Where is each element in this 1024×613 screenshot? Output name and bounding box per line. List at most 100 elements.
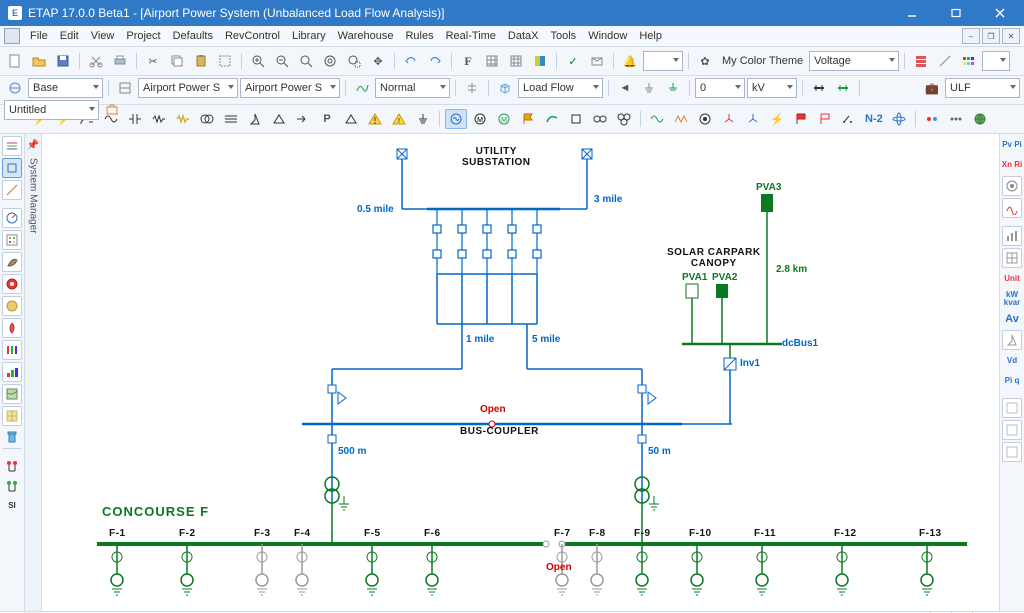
rp-bars[interactable]: [1002, 226, 1022, 246]
mdi-close-button[interactable]: ✕: [1002, 28, 1020, 44]
zoom-window-button[interactable]: [295, 51, 317, 71]
power-combo2[interactable]: Airport Power S: [240, 78, 340, 98]
elem-globe-button[interactable]: [969, 109, 991, 129]
copy-button[interactable]: [166, 51, 188, 71]
p1-tree1-button[interactable]: [3, 457, 21, 475]
elem-dragon-button[interactable]: [541, 109, 563, 129]
window-close-button[interactable]: [978, 0, 1022, 26]
rp-ex1[interactable]: [1002, 398, 1022, 418]
elem-warn-button[interactable]: [364, 109, 386, 129]
redo-button[interactable]: [424, 51, 446, 71]
base-icon[interactable]: [4, 78, 26, 98]
elem-flag-button[interactable]: [517, 109, 539, 129]
elem-delta-button[interactable]: [268, 109, 290, 129]
elem-gen-button[interactable]: [445, 109, 467, 129]
elem-dot1-button[interactable]: [921, 109, 943, 129]
check-button[interactable]: ✓: [562, 51, 584, 71]
line-action-button[interactable]: [934, 51, 956, 71]
rp-piq[interactable]: Pi q: [1001, 372, 1023, 390]
rp-ex3[interactable]: [1002, 442, 1022, 462]
mode-combo[interactable]: Load Flow: [518, 78, 603, 98]
untitled-combo[interactable]: Untitled: [4, 100, 99, 120]
p1-trash-button[interactable]: [3, 428, 21, 446]
menu-warehouse[interactable]: Warehouse: [332, 28, 400, 44]
color-toggle-button[interactable]: [529, 51, 551, 71]
bell-button[interactable]: 🔔: [619, 51, 641, 71]
nav-button[interactable]: [586, 51, 608, 71]
elem-coil2-button[interactable]: [589, 109, 611, 129]
elem-dotchain-button[interactable]: [945, 109, 967, 129]
elem-wavegrn-button[interactable]: [646, 109, 668, 129]
curve-icon[interactable]: [351, 78, 373, 98]
menu-library[interactable]: Library: [286, 28, 332, 44]
palette-combo[interactable]: [982, 51, 1010, 71]
mdi-menu-icon[interactable]: [4, 28, 20, 44]
briefcase-icon[interactable]: 💼: [921, 78, 943, 98]
menu-project[interactable]: Project: [120, 28, 166, 44]
rp-ex2[interactable]: [1002, 420, 1022, 440]
elem-res-button[interactable]: [148, 109, 170, 129]
diagram-canvas[interactable]: UTILITY SUBSTATION 0.5 mile 3 mile 1 mil…: [42, 134, 999, 611]
elem-motor2-button[interactable]: M: [493, 109, 515, 129]
arrow-back-button[interactable]: ◄: [614, 78, 636, 98]
elem-arrow-button[interactable]: [292, 109, 314, 129]
paste-button[interactable]: [190, 51, 212, 71]
elem-switch2-button[interactable]: [838, 109, 860, 129]
elem-starblue-button[interactable]: [742, 109, 764, 129]
menu-edit[interactable]: Edit: [54, 28, 85, 44]
p1-circuits-button[interactable]: [2, 136, 22, 156]
menu-datax[interactable]: DataX: [502, 28, 545, 44]
font-button[interactable]: F: [457, 51, 479, 71]
rp-kwkvar[interactable]: kW kvar: [1001, 290, 1023, 308]
p1-line-button[interactable]: [2, 180, 22, 200]
elem-target-button[interactable]: [694, 109, 716, 129]
tree-button[interactable]: [461, 78, 483, 98]
elem-cap-button[interactable]: [124, 109, 146, 129]
window-minimize-button[interactable]: [890, 0, 934, 26]
voltage-combo[interactable]: Voltage: [809, 51, 899, 71]
menu-realtime[interactable]: Real-Time: [440, 28, 502, 44]
elem-res-fill-button[interactable]: [172, 109, 194, 129]
elem-square-button[interactable]: [565, 109, 587, 129]
p1-leaf-button[interactable]: [2, 252, 22, 272]
rp-unit[interactable]: Unit: [1001, 270, 1023, 288]
p1-bars-button[interactable]: [2, 340, 22, 360]
p1-meter-button[interactable]: [2, 208, 22, 228]
menu-revcontrol[interactable]: RevControl: [219, 28, 286, 44]
elem-coil3-button[interactable]: [613, 109, 635, 129]
elem-n2-button[interactable]: N-2: [862, 109, 886, 129]
base-combo[interactable]: Base: [28, 78, 103, 98]
elem-sine-button[interactable]: [100, 109, 122, 129]
p1-selected-button[interactable]: [2, 158, 22, 178]
p1-panel-button[interactable]: [2, 230, 22, 250]
power-combo1[interactable]: Airport Power S: [138, 78, 238, 98]
grid-button[interactable]: [481, 51, 503, 71]
rp-load[interactable]: [1002, 330, 1022, 350]
menu-view[interactable]: View: [85, 28, 121, 44]
zoom-all-button[interactable]: [319, 51, 341, 71]
ulf-combo[interactable]: ULF: [945, 78, 1020, 98]
elem-cable-button[interactable]: [220, 109, 242, 129]
menu-window[interactable]: Window: [582, 28, 633, 44]
menu-file[interactable]: File: [24, 28, 54, 44]
print-button[interactable]: [109, 51, 131, 71]
menu-rules[interactable]: Rules: [399, 28, 439, 44]
layers-red-button[interactable]: [910, 51, 932, 71]
undo-button[interactable]: [400, 51, 422, 71]
cut-button[interactable]: [85, 51, 107, 71]
p1-si-button[interactable]: SI: [1, 497, 23, 515]
elem-xfmr-button[interactable]: [196, 109, 218, 129]
elem-triwav-button[interactable]: [670, 109, 692, 129]
ground2-button[interactable]: [662, 78, 684, 98]
zoom-fit-button[interactable]: [214, 51, 236, 71]
flower-icon[interactable]: ✿: [694, 51, 716, 71]
elem-bolt3-button[interactable]: ⚡: [766, 109, 788, 129]
oneline-icon[interactable]: [114, 78, 136, 98]
elem-redflag-button[interactable]: [790, 109, 812, 129]
open-button[interactable]: [28, 51, 50, 71]
p1-map-button[interactable]: [2, 384, 22, 404]
save-button[interactable]: [52, 51, 74, 71]
rp-pvpi[interactable]: Pv Pi: [1001, 136, 1023, 154]
cube-button[interactable]: [494, 78, 516, 98]
elem-load-button[interactable]: [244, 109, 266, 129]
